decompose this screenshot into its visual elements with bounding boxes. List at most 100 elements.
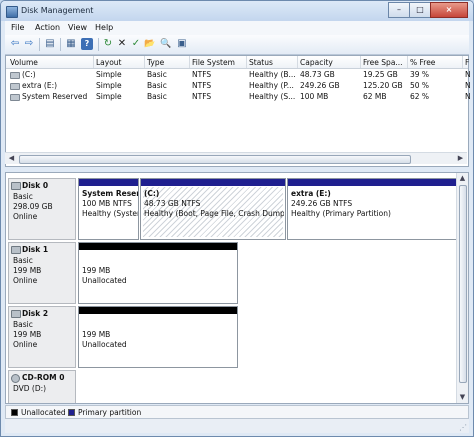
cdrom-0-header[interactable]: CD-ROM 0 DVD (D:) xyxy=(8,370,76,403)
volume-status: Healthy (P... xyxy=(249,81,294,90)
disk-state: Online xyxy=(13,276,38,285)
volume-list: Volume Layout Type File System Status Ca… xyxy=(5,55,471,167)
volume-row[interactable]: System Reserved Simple Basic NTFS Health… xyxy=(6,92,471,102)
status-bar: ⋰ xyxy=(5,419,469,433)
window-title: Disk Management xyxy=(21,6,94,15)
menu-bar: File Action View Help xyxy=(5,21,469,35)
toolbar-separator xyxy=(98,38,99,51)
disk-state: Online xyxy=(13,340,38,349)
column-divider[interactable] xyxy=(246,56,247,68)
volume-layout: Simple xyxy=(96,81,122,90)
volume-fault-tolerance: N xyxy=(465,81,471,90)
disk-name: Disk 1 xyxy=(22,245,49,254)
volume-layout: Simple xyxy=(96,92,122,101)
volume-layout: Simple xyxy=(96,70,122,79)
menu-view[interactable]: View xyxy=(68,23,87,32)
maximize-button[interactable]: □ xyxy=(409,2,431,18)
partition-status: Unallocated xyxy=(82,276,127,285)
disk-state: Online xyxy=(13,212,38,221)
properties-icon[interactable]: ▦ xyxy=(65,38,77,50)
help-icon[interactable]: ? xyxy=(81,38,93,50)
disk-type: Basic xyxy=(13,256,33,265)
scroll-thumb[interactable] xyxy=(459,185,467,383)
volume-file-system: NTFS xyxy=(192,92,212,101)
disk-size: 298.09 GB xyxy=(13,202,53,211)
col-free-space[interactable]: Free Spa... xyxy=(363,58,405,67)
toolbar-separator xyxy=(60,38,61,51)
settings-icon[interactable]: ▣ xyxy=(176,38,188,50)
volume-icon xyxy=(10,94,20,101)
open-icon[interactable]: 📂 xyxy=(144,38,156,50)
column-divider[interactable] xyxy=(297,56,298,68)
back-icon[interactable]: ⇦ xyxy=(9,38,21,50)
scroll-left-icon[interactable]: ◀ xyxy=(6,153,17,164)
disk-name: CD-ROM 0 xyxy=(22,373,65,382)
column-divider[interactable] xyxy=(93,56,94,68)
volume-fault-tolerance: N xyxy=(465,92,471,101)
check-icon[interactable]: ✓ xyxy=(130,38,142,50)
volume-row[interactable]: extra (E:) Simple Basic NTFS Healthy (P.… xyxy=(6,81,471,91)
title-bar[interactable]: Disk Management – □ × xyxy=(1,1,473,21)
disk-0-header[interactable]: Disk 0 Basic 298.09 GB Online xyxy=(8,178,76,240)
search-disk-icon[interactable]: 🔍 xyxy=(160,38,172,50)
col-type[interactable]: Type xyxy=(147,58,187,67)
partition-title: extra (E:) xyxy=(291,189,331,198)
partition-size: 199 MB xyxy=(82,266,111,275)
partition-c[interactable]: (C:) 48.73 GB NTFS Healthy (Boot, Page F… xyxy=(140,178,286,240)
column-divider[interactable] xyxy=(462,56,463,68)
volume-list-scrollbar[interactable]: ◀ ▶ xyxy=(5,152,467,164)
col-capacity[interactable]: Capacity xyxy=(300,58,358,67)
disk-type: Basic xyxy=(13,320,33,329)
col-file-system[interactable]: File System xyxy=(192,58,244,67)
disk-1-header[interactable]: Disk 1 Basic 199 MB Online xyxy=(8,242,76,304)
volume-icon xyxy=(10,83,20,90)
volume-percent-free: 39 % xyxy=(410,70,430,79)
column-divider[interactable] xyxy=(189,56,190,68)
delete-icon[interactable]: ✕ xyxy=(116,38,128,50)
partition-unallocated-disk-2[interactable]: 199 MB Unallocated xyxy=(78,306,238,368)
disk-type: Basic xyxy=(13,192,33,201)
disk-management-window: Disk Management – □ × File Action View H… xyxy=(0,0,474,437)
menu-help[interactable]: Help xyxy=(95,23,113,32)
forward-icon[interactable]: ⇨ xyxy=(23,38,35,50)
col-layout[interactable]: Layout xyxy=(96,58,142,67)
volume-fault-tolerance: N xyxy=(465,70,471,79)
disk-2-header[interactable]: Disk 2 Basic 199 MB Online xyxy=(8,306,76,368)
volume-percent-free: 50 % xyxy=(410,81,430,90)
scroll-down-icon[interactable]: ▼ xyxy=(457,392,468,403)
resize-grip-icon[interactable]: ⋰ xyxy=(459,423,467,432)
volume-list-header: Volume Layout Type File System Status Ca… xyxy=(6,56,470,69)
partition-status: Healthy (Syster xyxy=(82,209,139,218)
disk-size: 199 MB xyxy=(13,330,42,339)
column-divider[interactable] xyxy=(144,56,145,68)
disk-name: Disk 0 xyxy=(22,181,49,190)
partition-system-reserved[interactable]: System Reser 100 MB NTFS Healthy (Syster xyxy=(78,178,139,240)
col-status[interactable]: Status xyxy=(249,58,295,67)
menu-action[interactable]: Action xyxy=(35,23,60,32)
volume-row[interactable]: (C:) Simple Basic NTFS Healthy (B... 48.… xyxy=(6,70,471,80)
toolbar: ⇦ ⇨ ▤ ▦ ? ↻ ✕ ✓ 📂 🔍 ▣ xyxy=(5,35,469,55)
col-fault-tolerance[interactable]: F xyxy=(465,58,470,67)
close-button[interactable]: × xyxy=(430,2,468,18)
partition-size: 48.73 GB NTFS xyxy=(144,199,201,208)
legend: Unallocated Primary partition xyxy=(5,405,469,419)
primary-partition-bar xyxy=(288,179,456,186)
column-divider[interactable] xyxy=(360,56,361,68)
menu-file[interactable]: File xyxy=(11,23,24,32)
col-volume[interactable]: Volume xyxy=(10,58,90,67)
scroll-thumb[interactable] xyxy=(19,155,411,164)
minimize-button[interactable]: – xyxy=(388,2,410,18)
volume-percent-free: 62 % xyxy=(410,92,430,101)
column-divider[interactable] xyxy=(407,56,408,68)
partition-unallocated-disk-1[interactable]: 199 MB Unallocated xyxy=(78,242,238,304)
unallocated-swatch xyxy=(11,409,18,416)
partition-extra-e[interactable]: extra (E:) 249.26 GB NTFS Healthy (Prima… xyxy=(287,178,457,240)
scroll-right-icon[interactable]: ▶ xyxy=(455,153,466,164)
disk-icon xyxy=(11,182,21,190)
refresh-icon[interactable]: ↻ xyxy=(102,38,114,50)
volume-type: Basic xyxy=(147,70,167,79)
col-percent-free[interactable]: % Free xyxy=(410,58,460,67)
up-pane-icon[interactable]: ▤ xyxy=(44,38,56,50)
graph-scrollbar[interactable]: ▲ ▼ xyxy=(456,173,468,403)
scroll-up-icon[interactable]: ▲ xyxy=(457,173,468,184)
